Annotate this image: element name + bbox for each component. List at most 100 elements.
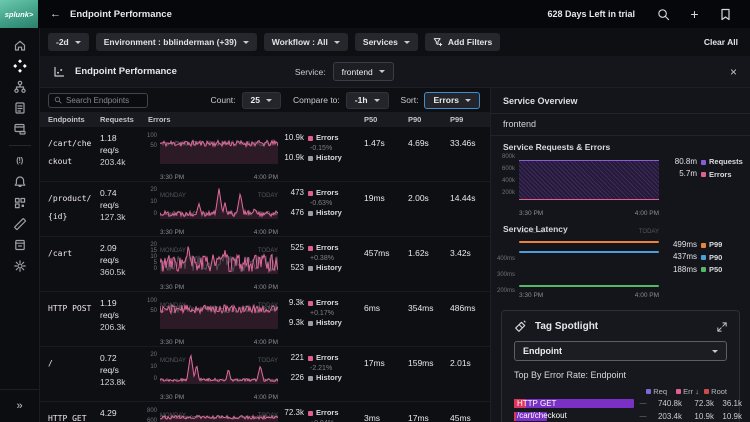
p50-value: 1.47s (364, 138, 385, 148)
sparkline-yticks: 100 50 (146, 298, 157, 314)
table-row[interactable]: HTTP GET 4.29 req/s 800600400 3:30 PMMON… (40, 402, 490, 422)
requests-errors-title: Service Requests & Errors (503, 142, 611, 152)
header-endpoints[interactable]: Endpoints (40, 115, 98, 124)
dashboards-icon[interactable] (12, 121, 27, 136)
endpoint-name[interactable]: /cart (48, 249, 72, 258)
endpoint-performance-icon (53, 66, 65, 78)
errors-sparkline-chart[interactable]: 20 10 0 3:30 PM MONDAY 4:00 PM TODAY (146, 347, 280, 419)
endpoint-name[interactable]: /cart/checkout (48, 139, 91, 166)
table-row[interactable]: /cart/checkout 1.18 req/s 203.4k 100 50 3… (40, 127, 490, 199)
sort-dropdown[interactable]: Errors (424, 91, 480, 109)
endpoint-name[interactable]: HTTP GET (48, 414, 87, 422)
metrics-icon[interactable] (12, 195, 27, 210)
service-dropdown[interactable]: frontend (332, 62, 394, 81)
table-row[interactable]: /cart 2.09 req/s 360.5k 20 15 10 5 0 3:30 PM… (40, 237, 490, 309)
history-swatch (308, 375, 313, 381)
root-swatch (704, 389, 709, 394)
expand-spotlight-icon[interactable] (717, 321, 727, 332)
endpoint-name[interactable]: / (48, 359, 53, 368)
history-count: 226 (290, 372, 304, 382)
p99-value: 45ms (450, 413, 471, 422)
requests-chart-yticks: 800k 600k 400k 200k (501, 154, 515, 196)
service-name[interactable]: frontend (503, 119, 536, 129)
row-legend: 10.9k Errors -0.15% 10.9k History (280, 127, 362, 181)
p50-value: 6ms (364, 303, 381, 313)
sort-label: Sort: (400, 95, 419, 105)
table-row[interactable]: HTTP POST 1.19 req/s 206.3k 100 50 3:30 P… (40, 292, 490, 364)
p90-value: 2.00s (408, 193, 429, 203)
search-endpoints-input[interactable] (66, 95, 142, 105)
sparkline-svg (160, 188, 278, 219)
time-range-picker[interactable]: -2d (48, 33, 89, 51)
search-endpoints-box[interactable] (48, 92, 148, 108)
errors-count: 72.3k (284, 408, 304, 417)
endpoint-name[interactable]: HTTP POST (48, 304, 91, 313)
apm-icon[interactable] (12, 58, 27, 73)
create-plus-icon[interactable]: + (688, 7, 701, 21)
count-dropdown[interactable]: 25 (241, 91, 281, 109)
header-p99[interactable]: P99 (448, 115, 490, 124)
search-icon[interactable] (657, 8, 670, 21)
bookmark-icon[interactable] (719, 8, 732, 21)
requests-swatch (701, 159, 706, 165)
clear-all-button[interactable]: Clear All (704, 37, 738, 47)
infrastructure-icon[interactable] (12, 79, 27, 94)
latency-chart[interactable] (519, 238, 659, 290)
detectors-icon[interactable]: (!) (12, 153, 27, 168)
requests-errors-chart[interactable] (519, 154, 659, 200)
service-label: Service: (294, 66, 326, 77)
err-swatch (676, 389, 681, 394)
root-column-header[interactable]: Root (699, 387, 727, 396)
errors-sparkline-chart[interactable]: 800600400 3:30 PMMONDAY 4:00 PMTODAY (146, 402, 280, 422)
add-filters-button[interactable]: Add Filters (424, 33, 501, 51)
compare-dropdown[interactable]: -1h (345, 91, 389, 109)
err-column-header[interactable]: Err ↓ (667, 387, 699, 396)
header-p90[interactable]: P90 (406, 115, 448, 124)
header-requests[interactable]: Requests (98, 115, 146, 124)
data-management-icon[interactable] (12, 237, 27, 252)
environment-filter[interactable]: Environment : bblinderman (+39) (95, 33, 257, 51)
errors-sparkline-chart[interactable]: 100 50 3:30 PM MONDAY 4:00 PM TODAY (146, 127, 280, 199)
endpoint-name[interactable]: /product/{id} (48, 194, 91, 221)
request-rate-unit: req/s (100, 254, 119, 265)
header-p50[interactable]: P50 (362, 115, 406, 124)
back-arrow-icon[interactable]: ← (50, 8, 61, 20)
header-errors[interactable]: Errors (146, 115, 280, 124)
requests-area-series (519, 160, 659, 200)
spotlight-row[interactable]: /cart/checkout — 203.4k 10.9k 10.9k (514, 411, 742, 421)
sidebar-footer: » (0, 389, 39, 422)
home-icon[interactable] (12, 37, 27, 52)
log-observer-icon[interactable] (12, 100, 27, 115)
p99-value: 3.42s (450, 248, 471, 258)
request-total: 123.8k (100, 376, 126, 387)
request-rate: 4.29 (100, 408, 117, 418)
expand-sidebar-icon[interactable]: » (16, 400, 22, 412)
errors-delta: +0.38% (310, 254, 334, 262)
alerts-bell-icon[interactable] (12, 174, 27, 189)
p90-value: 4.69s (408, 138, 429, 148)
workflow-filter[interactable]: Workflow : All (263, 33, 348, 51)
sparkline-yticks: 100 50 (146, 133, 157, 149)
table-row[interactable]: / 0.72 req/s 123.8k 20 10 0 3:30 PM MONDAY … (40, 347, 490, 419)
chevron-down-icon (333, 40, 340, 44)
req-column-header[interactable]: Req (633, 387, 667, 396)
errors-count: 473 (290, 188, 304, 197)
chevron-down-icon (74, 40, 81, 44)
history-swatch (308, 320, 313, 326)
req-swatch (646, 389, 651, 394)
tag-dropdown[interactable]: Endpoint (514, 341, 727, 361)
settings-gear-icon[interactable] (12, 258, 27, 273)
p50-line-series (519, 285, 659, 287)
close-panel-icon[interactable]: × (730, 66, 737, 78)
table-row[interactable]: /product/{id} 0.74 req/s 127.3k 20 10 0 3:… (40, 182, 490, 254)
sparkline-placeholder: — (639, 412, 647, 420)
spotlight-row[interactable]: HTTP GET — 740.8k 72.3k 36.1k (514, 399, 742, 409)
errors-sparkline-chart[interactable]: 100 50 3:30 PM MONDAY 4:00 PM TODAY (146, 292, 280, 364)
errors-sparkline-chart[interactable]: 20 15 10 5 0 3:30 PM MONDAY 4:00 PM TODAY (146, 237, 280, 309)
errors-delta: -0.63% (310, 199, 333, 207)
errors-swatch (308, 300, 313, 306)
errors-sparkline-chart[interactable]: 20 10 0 3:30 PM MONDAY 4:00 PM TODAY (146, 182, 280, 254)
services-filter[interactable]: Services (354, 33, 418, 51)
apm-tools-icon[interactable] (12, 216, 27, 231)
history-count: 523 (290, 262, 304, 272)
